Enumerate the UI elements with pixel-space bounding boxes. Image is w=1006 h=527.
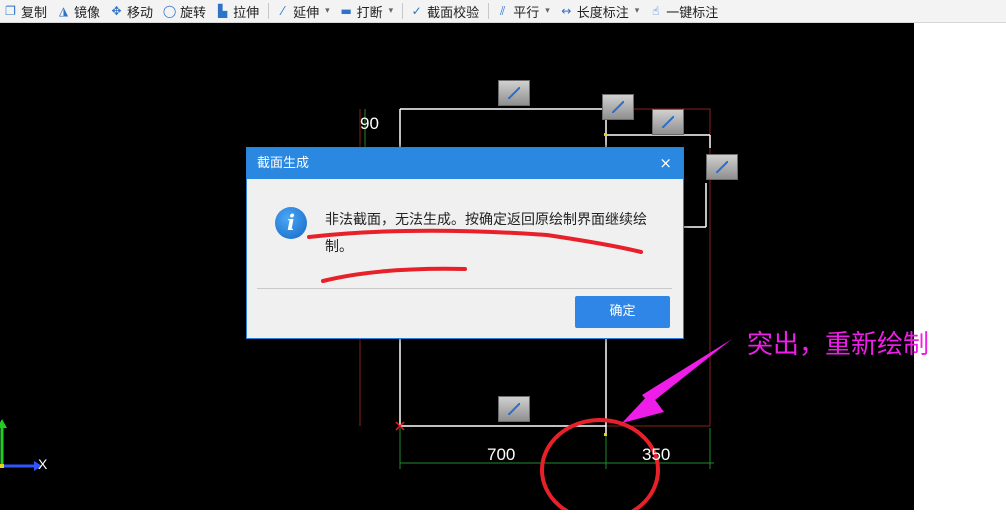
dialog-title: 截面生成 — [247, 148, 683, 179]
app-window: ❐ 复制 ◮ 镜像 ✥ 移动 ◯ 旋转 ▙ 拉伸 ⁄ 延伸 ▾ ▬ 打断 ▾ ✓… — [0, 0, 1006, 527]
grip-handle[interactable] — [706, 154, 738, 180]
length-dimension-dropdown-icon[interactable]: ▾ — [635, 6, 640, 16]
stretch-icon: ▙ — [217, 3, 228, 18]
dialog-divider — [257, 288, 672, 289]
axis-indicator — [0, 419, 42, 471]
rotate-icon: ◯ — [162, 3, 177, 18]
copy-label: 复制 — [21, 5, 48, 21]
annotation-arrow — [622, 339, 732, 423]
extend-button[interactable]: ⁄ 延伸 ▾ — [272, 0, 336, 22]
grip-handle[interactable] — [652, 109, 684, 135]
move-label: 移动 — [127, 5, 154, 21]
break-label: 打断 — [356, 5, 383, 21]
dimension-text-350: 350 — [642, 445, 671, 464]
section-generate-dialog: 截面生成 × i 非法截面，无法生成。按确定返回原绘制界面继续绘制。 确定 — [246, 147, 684, 339]
length-dimension-label: 长度标注 — [576, 5, 629, 21]
ok-button[interactable]: 确定 — [575, 296, 670, 328]
mirror-icon: ◮ — [58, 3, 69, 18]
rotate-button[interactable]: ◯ 旋转 — [159, 0, 212, 22]
dimension-text-top: 90 — [360, 114, 379, 133]
move-icon: ✥ — [111, 3, 122, 18]
dimension-text-700: 700 — [487, 445, 516, 464]
stretch-button[interactable]: ▙ 拉伸 — [212, 0, 265, 22]
length-dimension-icon: ↔ — [561, 3, 572, 18]
extend-dropdown-icon[interactable]: ▾ — [325, 6, 330, 16]
move-button[interactable]: ✥ 移动 — [106, 0, 159, 22]
one-click-dimension-icon: ☝ — [652, 3, 660, 18]
dialog-message: 非法截面，无法生成。按确定返回原绘制界面继续绘制。 — [325, 212, 647, 255]
copy-icon: ❐ — [5, 3, 16, 18]
mirror-label: 镜像 — [74, 5, 101, 21]
info-icon: i — [275, 207, 307, 239]
toolbar-separator — [268, 3, 270, 19]
extend-icon: ⁄ — [281, 3, 284, 18]
axis-x-label: X — [38, 456, 48, 472]
annotation-text: 突出，重新绘制 — [747, 330, 930, 360]
copy-button[interactable]: ❐ 复制 — [0, 0, 53, 22]
section-check-button[interactable]: ✓ 截面校验 — [406, 0, 485, 22]
parallel-label: 平行 — [513, 5, 540, 21]
edit-toolbar: ❐ 复制 ◮ 镜像 ✥ 移动 ◯ 旋转 ▙ 拉伸 ⁄ 延伸 ▾ ▬ 打断 ▾ ✓… — [0, 0, 1006, 23]
break-icon: ▬ — [340, 3, 352, 18]
mirror-button[interactable]: ◮ 镜像 — [53, 0, 106, 22]
toolbar-separator — [402, 3, 404, 19]
section-check-label: 截面校验 — [427, 5, 480, 21]
close-icon[interactable]: × — [659, 155, 672, 171]
one-click-dimension-button[interactable]: ☝ 一键标注 — [645, 0, 724, 22]
extend-label: 延伸 — [293, 5, 320, 21]
grip-handle[interactable] — [602, 94, 634, 120]
section-check-icon: ✓ — [411, 3, 422, 18]
length-dimension-button[interactable]: ↔ 长度标注 ▾ — [556, 0, 646, 22]
stretch-label: 拉伸 — [233, 5, 260, 21]
break-dropdown-icon[interactable]: ▾ — [389, 6, 394, 16]
grip-handle[interactable] — [498, 396, 530, 422]
rotate-label: 旋转 — [180, 5, 207, 21]
grip-handle[interactable] — [498, 80, 530, 106]
one-click-dimension-label: 一键标注 — [666, 5, 719, 21]
parallel-icon: ⫽ — [500, 3, 506, 18]
parallel-dropdown-icon[interactable]: ▾ — [545, 6, 550, 16]
parallel-button[interactable]: ⫽ 平行 ▾ — [492, 0, 556, 22]
toolbar-separator — [488, 3, 490, 19]
annotation-circle — [540, 418, 660, 510]
break-button[interactable]: ▬ 打断 ▾ — [336, 0, 400, 22]
